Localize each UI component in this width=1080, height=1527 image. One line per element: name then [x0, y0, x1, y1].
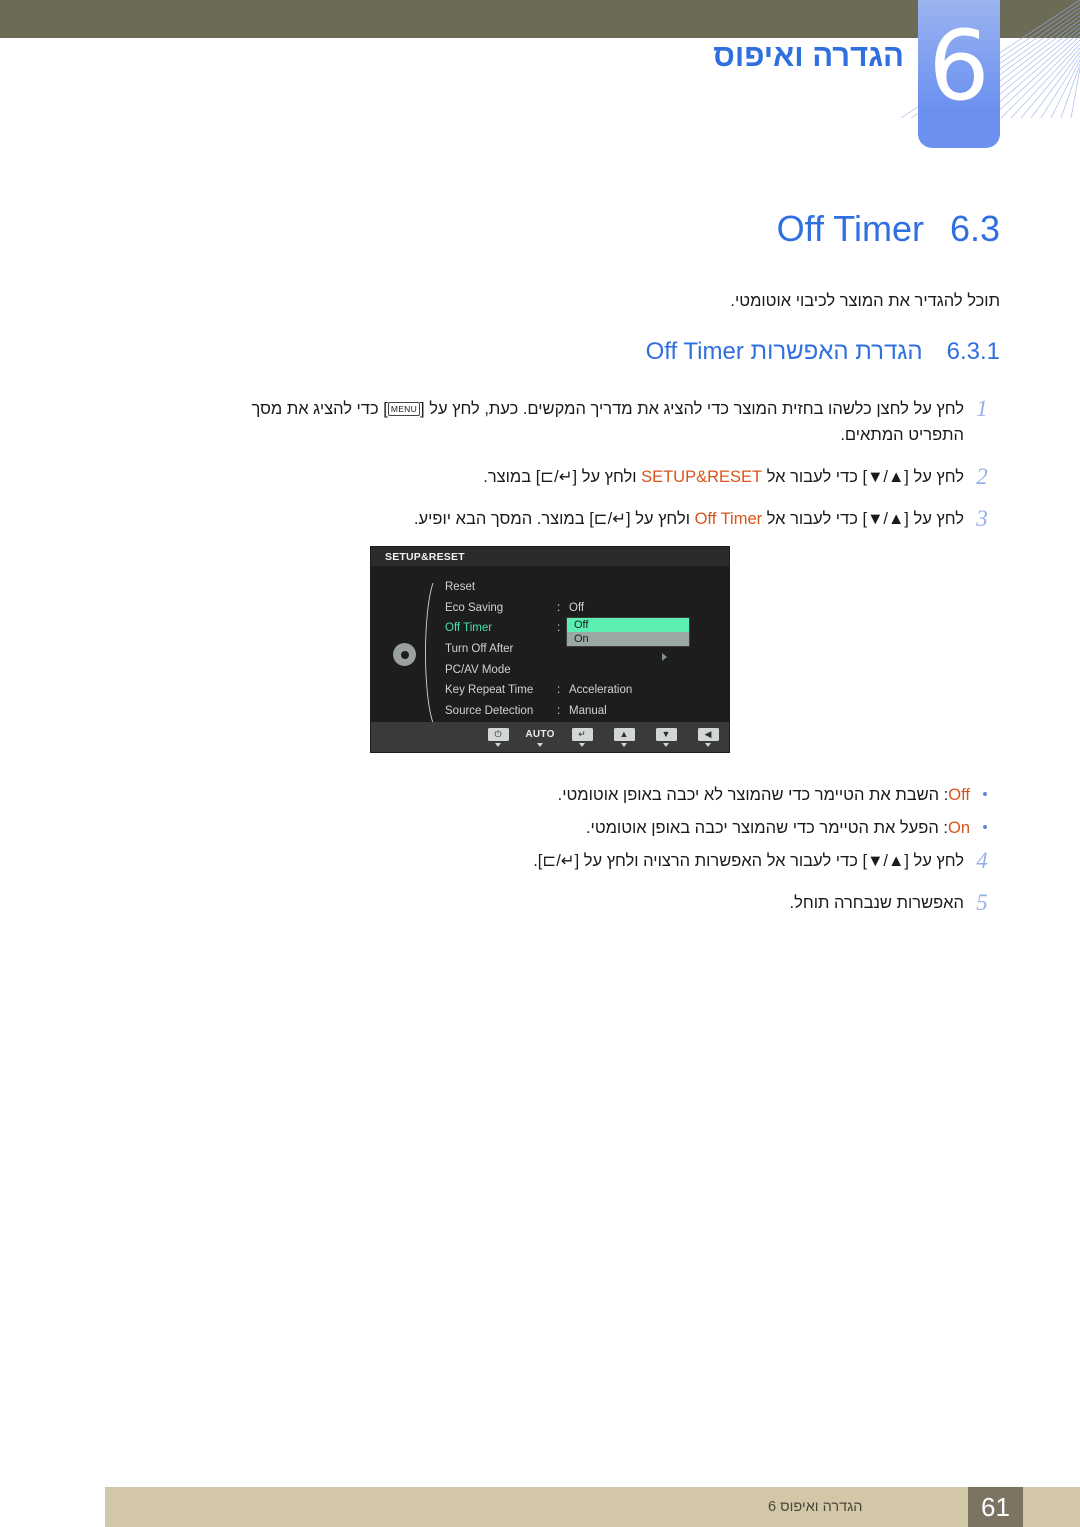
- section-title-text: Off Timer: [776, 208, 924, 249]
- osd-row-key-repeat-time[interactable]: Key Repeat Time : Acceleration: [445, 680, 725, 701]
- tick-icon: [537, 742, 543, 747]
- arrow-down-icon: ▼: [655, 727, 677, 741]
- osd-brace-line: [419, 582, 437, 724]
- step2-menu-name: SETUP&RESET: [641, 468, 763, 486]
- step3-menu-name: Off Timer: [694, 510, 763, 528]
- bullet-text: Off: השבת את הטיימר כדי שהמוצר לא יכבה ב…: [155, 782, 970, 808]
- osd-label: PC/AV Mode: [445, 663, 511, 676]
- bullet-option-name: Off: [948, 786, 970, 804]
- subsection-title: 6.3.1 הגדרת האפשרות Off Timer: [646, 338, 1000, 366]
- chevron-right-icon: [662, 653, 667, 661]
- step-number: 4: [976, 848, 988, 873]
- subsection-title-text: הגדרת האפשרות Off Timer: [646, 338, 923, 366]
- step3-text-post: ולחץ על [↵/⊐] במוצר. המסך הבא יופיע.: [413, 510, 695, 528]
- step-text: לחץ על [▲/▼] כדי לעבור אל SETUP&RESET ול…: [155, 464, 964, 490]
- dropdown-option-off[interactable]: Off: [567, 618, 689, 632]
- osd-menu-list: Reset Eco Saving : Off Off Timer : Turn …: [445, 577, 725, 721]
- osd-value: Acceleration: [569, 684, 633, 697]
- step-number: 3: [976, 506, 988, 531]
- tick-icon: [621, 742, 627, 747]
- bullet-dot: •: [982, 786, 988, 803]
- bullet-text: On: הפעל את הטיימר כדי שהמוצר יכבה באופן…: [155, 815, 970, 841]
- off-timer-dropdown[interactable]: Off On: [566, 617, 690, 647]
- osd-value: Manual: [569, 704, 607, 717]
- osd-up-button[interactable]: ▲: [611, 727, 637, 747]
- chapter-number-badge: 6: [918, 0, 1000, 148]
- bullet-description: : השבת את הטיימר כדי שהמוצר לא יכבה באופ…: [557, 786, 949, 804]
- menu-key-glyph: MENU: [387, 402, 421, 416]
- step-item: 3 לחץ על [▲/▼] כדי לעבור אל Off Timer ול…: [155, 506, 1000, 532]
- osd-label: Turn Off After: [445, 643, 514, 656]
- step-item: 2 לחץ על [▲/▼] כדי לעבור אל SETUP&RESET …: [155, 464, 1000, 490]
- osd-row-pc-av-mode[interactable]: PC/AV Mode: [445, 659, 725, 680]
- osd-back-button[interactable]: ◀: [695, 727, 721, 747]
- footer-chapter-label: הגדרה ואיפוס 6: [768, 1499, 863, 1515]
- osd-label: Reset: [445, 581, 476, 594]
- osd-auto-button[interactable]: AUTO: [525, 728, 555, 747]
- osd-row-reset[interactable]: Reset: [445, 577, 725, 598]
- section-number: 6.3: [949, 208, 1000, 249]
- osd-power-button[interactable]: ⏻: [485, 727, 511, 747]
- bullet-option-name: On: [947, 819, 970, 837]
- osd-screenshot: SETUP&RESET Reset Eco Saving : Off Off T…: [370, 546, 730, 753]
- step1-text-a: לחץ על לחצן כלשהו בחזית המוצר כדי להציג …: [420, 400, 964, 418]
- enter-icon: ↵: [571, 727, 593, 741]
- dropdown-option-on[interactable]: On: [567, 632, 689, 646]
- osd-label: Key Repeat Time: [445, 684, 534, 697]
- page-number: 61: [968, 1487, 1023, 1527]
- step2-text-post: ולחץ על [↵/⊐] במוצר.: [483, 468, 642, 486]
- osd-title: SETUP&RESET: [371, 547, 729, 566]
- tick-icon: [663, 742, 669, 747]
- osd-down-button[interactable]: ▼: [653, 727, 679, 747]
- osd-colon: :: [557, 601, 561, 614]
- tick-icon: [579, 742, 585, 747]
- step-text: לחץ על לחצן כלשהו בחזית המוצר כדי להציג …: [155, 396, 964, 448]
- step-text: לחץ על [▲/▼] כדי לעבור אל האפשרות הרצויה…: [533, 852, 964, 870]
- step-item: 1 לחץ על לחצן כלשהו בחזית המוצר כדי להצי…: [155, 396, 1000, 448]
- osd-label: Off Timer: [445, 622, 493, 635]
- osd-button-bar: ⏻ AUTO ↵ ▲ ▼ ◀: [371, 722, 729, 752]
- steps-list-bottom: 4 לחץ על [▲/▼] כדי לעבור אל האפשרות הרצו…: [155, 848, 1000, 932]
- step3-text-pre: לחץ על [▲/▼] כדי לעבור אל: [762, 510, 964, 528]
- osd-enter-button[interactable]: ↵: [569, 727, 595, 747]
- bullet-dot: •: [982, 819, 988, 836]
- subsection-title-en: Off Timer: [645, 338, 744, 365]
- bullet-item-off: • Off: השבת את הטיימר כדי שהמוצר לא יכבה…: [155, 782, 1000, 808]
- section-intro: תוכל להגדיר את המוצר לכיבוי אוטומטי.: [730, 292, 1000, 310]
- step-number: 5: [976, 890, 988, 915]
- chapter-title: הגדרה ואיפוס: [713, 38, 904, 73]
- osd-label: Source Detection: [445, 704, 534, 717]
- step2-text-pre: לחץ על [▲/▼] כדי לעבור אל: [762, 468, 964, 486]
- arrow-left-icon: ◀: [697, 727, 719, 741]
- steps-list-top: 1 לחץ על לחצן כלשהו בחזית המוצר כדי להצי…: [155, 396, 1000, 548]
- option-bullets: • Off: השבת את הטיימר כדי שהמוצר לא יכבה…: [155, 782, 1000, 848]
- arrow-up-icon: ▲: [613, 727, 635, 741]
- step1-text-line2: התפריט המתאים.: [840, 426, 964, 444]
- step-item: 5 האפשרות שנבחרה תוחל.: [155, 890, 1000, 916]
- step-item: 4 לחץ על [▲/▼] כדי לעבור אל האפשרות הרצו…: [155, 848, 1000, 874]
- osd-colon: :: [557, 684, 561, 697]
- osd-row-eco-saving[interactable]: Eco Saving : Off: [445, 598, 725, 619]
- power-icon: ⏻: [487, 727, 509, 741]
- step-number: 2: [976, 464, 988, 489]
- tick-icon: [495, 742, 501, 747]
- subsection-title-he: הגדרת האפשרות: [750, 338, 923, 365]
- step-number: 1: [976, 396, 988, 421]
- subsection-number: 6.3.1: [946, 338, 1000, 365]
- osd-value: Off: [569, 601, 585, 614]
- tick-icon: [705, 742, 711, 747]
- section-title: 6.3 Off Timer: [777, 208, 1000, 250]
- bullet-item-on: • On: הפעל את הטיימר כדי שהמוצר יכבה באו…: [155, 815, 1000, 841]
- osd-row-source-detection[interactable]: Source Detection : Manual: [445, 701, 725, 722]
- gear-icon: [393, 643, 416, 666]
- bullet-description: : הפעל את הטיימר כדי שהמוצר יכבה באופן א…: [585, 819, 948, 837]
- step-text: האפשרות שנבחרה תוחל.: [789, 894, 964, 912]
- osd-colon: :: [557, 704, 561, 717]
- step-text: לחץ על [▲/▼] כדי לעבור אל Off Timer ולחץ…: [155, 506, 964, 532]
- step1-text-b: ] כדי להציג את מסך: [251, 400, 388, 418]
- osd-label: Eco Saving: [445, 601, 504, 614]
- auto-label: AUTO: [525, 728, 555, 740]
